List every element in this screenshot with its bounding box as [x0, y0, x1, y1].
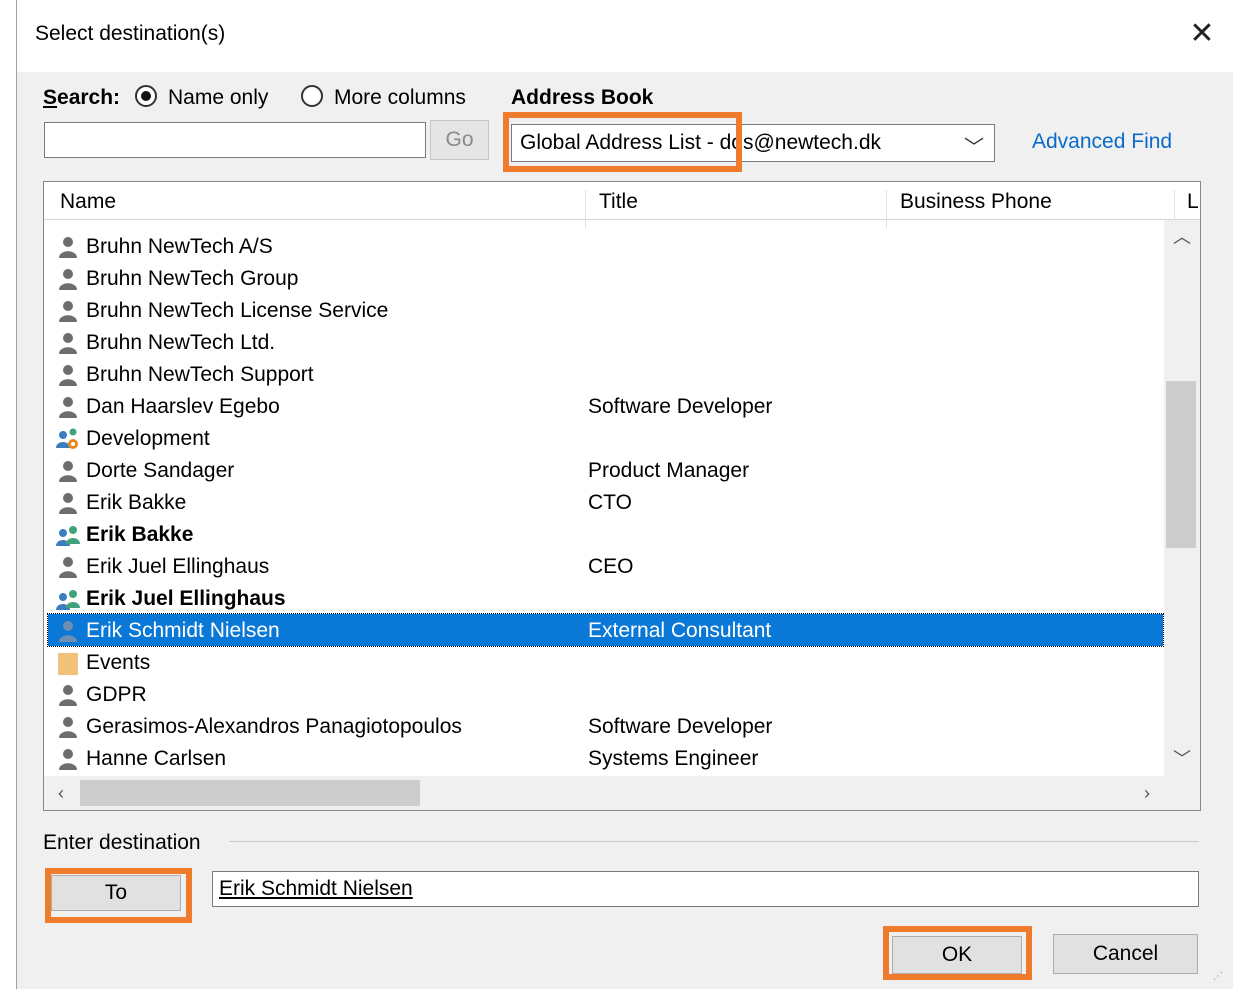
- address-list[interactable]: Name Title Business Phone L Bruhn NewTec…: [43, 181, 1201, 811]
- table-row[interactable]: Erik Juel Ellinghaus: [48, 582, 1163, 614]
- contact-icon: [56, 459, 80, 483]
- row-name: Bruhn NewTech License Service: [86, 299, 389, 322]
- row-title: CTO: [588, 491, 632, 514]
- row-name: Bruhn NewTech A/S: [86, 235, 273, 258]
- contact-icon: [56, 235, 80, 259]
- search-label: Search:: [43, 86, 121, 109]
- name-only-radio[interactable]: [135, 85, 157, 107]
- table-row[interactable]: Erik Bakke: [48, 518, 1163, 550]
- scrollbar-corner: [1164, 776, 1200, 810]
- destination-value: Erik Schmidt Nielsen: [219, 877, 413, 900]
- group-icon: [56, 587, 80, 611]
- scroll-up-icon[interactable]: ︿: [1164, 220, 1200, 254]
- contact-icon: [56, 395, 80, 419]
- row-title: Product Manager: [588, 459, 750, 482]
- row-title: Software Developer: [588, 395, 773, 418]
- select-destination-dialog: Select destination(s) ✕ Search: Name onl…: [16, 0, 1233, 989]
- contact-icon: [56, 299, 80, 323]
- scroll-left-icon[interactable]: ‹: [44, 776, 78, 810]
- group-divider: [229, 841, 1199, 842]
- row-name: Development: [86, 427, 210, 450]
- table-row[interactable]: Events: [48, 646, 1163, 678]
- cancel-button[interactable]: Cancel: [1053, 934, 1198, 974]
- table-row[interactable]: Erik Juel Ellinghaus CEO: [48, 550, 1163, 582]
- table-row[interactable]: GDPR: [48, 678, 1163, 710]
- row-name: Bruhn NewTech Group: [86, 267, 299, 290]
- table-row[interactable]: Bruhn NewTech Support: [48, 358, 1163, 390]
- column-divider[interactable]: [886, 190, 887, 228]
- address-book-label: Address Book: [511, 86, 654, 109]
- horizontal-scroll-thumb[interactable]: [80, 780, 420, 806]
- horizontal-scrollbar[interactable]: ‹ ›: [44, 776, 1164, 810]
- row-name: Bruhn NewTech Ltd.: [86, 331, 276, 354]
- table-row[interactable]: Dorte Sandager Product Manager: [48, 454, 1163, 486]
- table-row[interactable]: Bruhn NewTech Group: [48, 262, 1163, 294]
- table-row[interactable]: Dan Haarslev Egebo Software Developer: [48, 390, 1163, 422]
- destination-input[interactable]: Erik Schmidt Nielsen: [212, 871, 1199, 907]
- column-name[interactable]: Name: [60, 190, 116, 214]
- column-l[interactable]: L: [1187, 190, 1199, 214]
- highlight-box-address-book: [503, 112, 742, 172]
- row-name: Gerasimos-Alexandros Panagiotopoulos: [86, 715, 462, 738]
- contact-icon: [56, 715, 80, 739]
- highlight-box-to: [45, 868, 192, 923]
- scroll-down-icon[interactable]: ﹀: [1164, 742, 1200, 776]
- contact-icon: [56, 619, 80, 643]
- search-input[interactable]: [44, 122, 426, 158]
- contact-icon: [56, 331, 80, 355]
- contact-icon: [56, 363, 80, 387]
- go-button[interactable]: Go: [430, 120, 489, 160]
- row-title: CEO: [588, 555, 634, 578]
- row-name: Dan Haarslev Egebo: [86, 395, 280, 418]
- vertical-scrollbar[interactable]: ︿ ﹀: [1164, 220, 1200, 776]
- contact-icon: [56, 747, 80, 771]
- contact-icon: [56, 555, 80, 579]
- row-name: Erik Schmidt Nielsen: [86, 619, 280, 642]
- row-name: GDPR: [86, 683, 147, 706]
- table-row[interactable]: Erik Bakke CTO: [48, 486, 1163, 518]
- highlight-box-ok: [883, 926, 1032, 980]
- name-only-label[interactable]: Name only: [168, 86, 268, 110]
- row-name: Erik Bakke: [86, 523, 194, 546]
- more-columns-label[interactable]: More columns: [334, 86, 466, 110]
- row-name: Erik Juel Ellinghaus: [86, 587, 286, 610]
- table-row[interactable]: Bruhn NewTech A/S: [48, 230, 1163, 262]
- row-name: Hanne Carlsen: [86, 747, 227, 770]
- row-title: Software Developer: [588, 715, 773, 738]
- search-label-rest: earch:: [57, 86, 121, 109]
- table-row[interactable]: Development: [48, 422, 1163, 454]
- table-row[interactable]: Erik Schmidt Nielsen External Consultant: [47, 613, 1164, 647]
- chevron-down-icon: ﹀: [964, 137, 984, 159]
- column-header: Name Title Business Phone L: [44, 182, 1200, 228]
- group-icon: [56, 523, 80, 547]
- row-name: Erik Bakke: [86, 491, 187, 514]
- table-row[interactable]: Hanne Carlsen Systems Engineer: [48, 742, 1163, 774]
- column-divider[interactable]: [585, 190, 586, 228]
- vertical-scroll-thumb[interactable]: [1166, 381, 1196, 548]
- column-title[interactable]: Title: [599, 190, 638, 214]
- table-row[interactable]: Bruhn NewTech Ltd.: [48, 326, 1163, 358]
- row-name: Bruhn NewTech Support: [86, 363, 314, 386]
- folder-icon: [56, 651, 80, 675]
- table-row[interactable]: Gerasimos-Alexandros Panagiotopoulos Soft…: [48, 710, 1163, 742]
- row-name: Erik Juel Ellinghaus: [86, 555, 270, 578]
- row-title: Systems Engineer: [588, 747, 759, 770]
- contact-icon: [56, 683, 80, 707]
- table-row[interactable]: Bruhn NewTech License Service: [48, 294, 1163, 326]
- title-bar: Select destination(s) ✕: [17, 0, 1233, 72]
- scroll-right-icon[interactable]: ›: [1130, 776, 1164, 810]
- dynamic-group-icon: [56, 427, 80, 451]
- row-title: External Consultant: [588, 619, 772, 642]
- enter-destination-label: Enter destination: [43, 831, 201, 854]
- row-name: Events: [86, 651, 151, 674]
- contact-icon: [56, 491, 80, 515]
- column-business-phone[interactable]: Business Phone: [900, 190, 1052, 214]
- more-columns-radio[interactable]: [301, 85, 323, 107]
- close-icon[interactable]: ✕: [1180, 12, 1224, 56]
- resize-grip-icon[interactable]: ⋰: [1213, 971, 1227, 985]
- advanced-find-link[interactable]: Advanced Find: [1032, 130, 1172, 154]
- row-name: Dorte Sandager: [86, 459, 235, 482]
- dialog-title: Select destination(s): [35, 22, 226, 45]
- contact-icon: [56, 267, 80, 291]
